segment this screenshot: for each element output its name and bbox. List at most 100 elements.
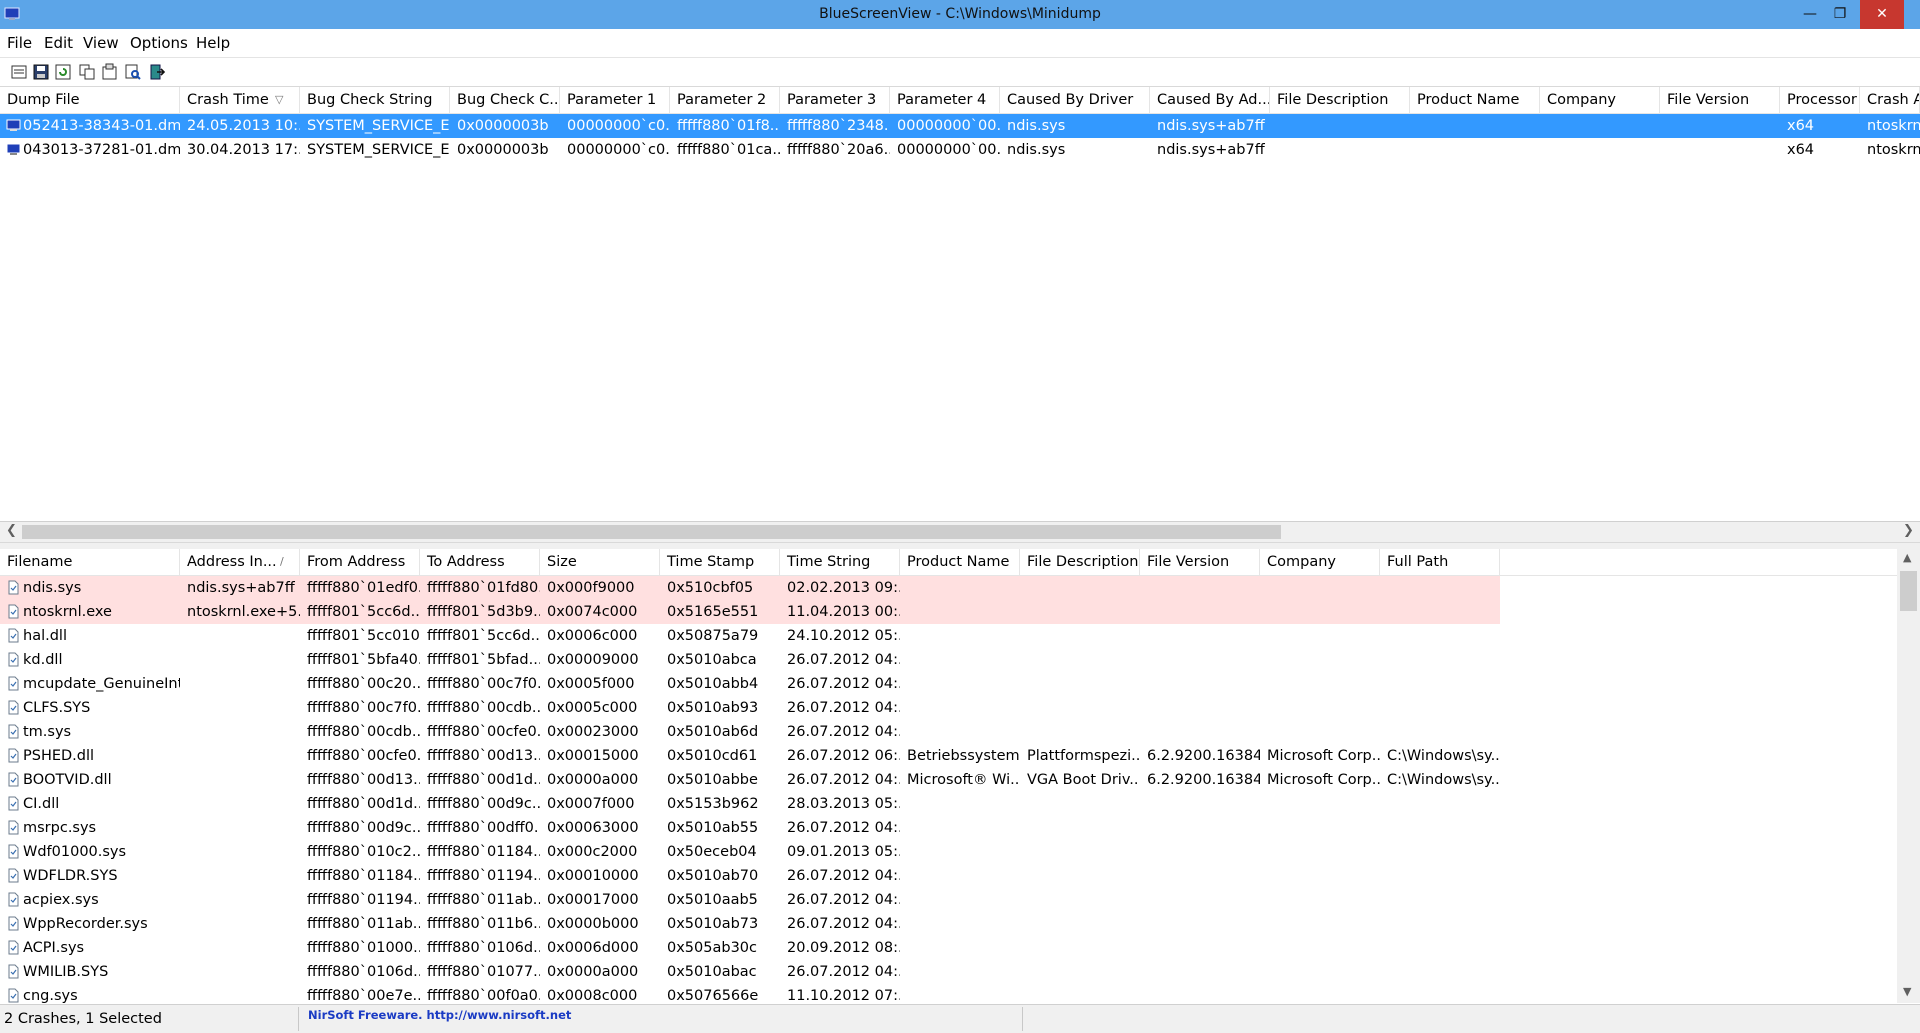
crash-list[interactable]: Dump File Crash Time ▽ Bug Check String … [0, 87, 1920, 522]
menu-view[interactable]: View [83, 34, 119, 52]
col-filename[interactable]: Filename [0, 549, 180, 575]
scroll-left-icon[interactable]: ❮ [6, 523, 17, 538]
col-parameter-1[interactable]: Parameter 1 [560, 87, 670, 113]
driver-row[interactable]: msrpc.sys fffff880`00d9c... fffff880`00dff… [0, 816, 1920, 840]
col-file-description[interactable]: File Description [1020, 549, 1140, 575]
driver-row[interactable]: kd.dll fffff801`5bfa40... fffff801`5bfad..… [0, 648, 1920, 672]
exit-icon[interactable] [148, 63, 166, 81]
driver-list[interactable]: Filename Address In... / From Address To… [0, 549, 1920, 1003]
find-icon[interactable] [124, 63, 142, 81]
cell-file-description [1020, 576, 1140, 600]
driver-row[interactable]: ACPI.sys fffff880`01000... fffff880`0106d.… [0, 936, 1920, 960]
cell-filename: tm.sys [23, 724, 72, 740]
cell-address-in-stack [180, 840, 300, 864]
save-icon[interactable] [32, 63, 50, 81]
html-report-icon[interactable] [10, 63, 28, 81]
cell-time-string: 26.07.2012 04:... [787, 676, 900, 692]
col-full-path[interactable]: Full Path [1380, 549, 1500, 575]
driver-row[interactable]: acpiex.sys fffff880`01194... fffff880`011a… [0, 888, 1920, 912]
col-file-version[interactable]: File Version [1660, 87, 1780, 113]
col-caused-by-driver[interactable]: Caused By Driver [1000, 87, 1150, 113]
menu-help[interactable]: Help [196, 34, 230, 52]
cell-time-stamp: 0x510cbf05 [667, 580, 754, 596]
driver-row[interactable]: WppRecorder.sys fffff880`011ab... fffff880… [0, 912, 1920, 936]
col-file-version[interactable]: File Version [1140, 549, 1260, 575]
col-crash-address[interactable]: Crash Ad [1860, 87, 1920, 113]
menu-edit[interactable]: Edit [44, 34, 73, 52]
scroll-right-icon[interactable]: ❯ [1903, 523, 1914, 538]
col-to-address[interactable]: To Address [420, 549, 540, 575]
driver-row[interactable]: tm.sys fffff880`00cdb... fffff880`00cfe0..… [0, 720, 1920, 744]
col-caused-by-address[interactable]: Caused By Ad... [1150, 87, 1270, 113]
cell-dump-file: 043013-37281-01.dmp [23, 142, 180, 158]
col-parameter-3[interactable]: Parameter 3 [780, 87, 890, 113]
driver-row[interactable]: hal.dll fffff801`5cc010... fffff801`5cc6d.… [0, 624, 1920, 648]
pane-splitter[interactable] [0, 542, 1920, 549]
cell-product-name [900, 936, 1020, 960]
close-button[interactable]: ✕ [1860, 0, 1904, 29]
driver-row[interactable]: WDFLDR.SYS fffff880`01184... fffff880`0119… [0, 864, 1920, 888]
col-company[interactable]: Company [1540, 87, 1660, 113]
menu-file[interactable]: File [7, 34, 32, 52]
cell-size: 0x0000a000 [547, 964, 639, 980]
refresh-icon[interactable] [54, 63, 72, 81]
col-time-string[interactable]: Time String [780, 549, 900, 575]
col-bug-check-string[interactable]: Bug Check String [300, 87, 450, 113]
cell-size: 0x0006d000 [547, 940, 639, 956]
driver-row[interactable]: PSHED.dll fffff880`00cfe0... fffff880`00d1… [0, 744, 1920, 768]
col-from-address[interactable]: From Address [300, 549, 420, 575]
cell-from-address: fffff801`5cc6d... [307, 604, 420, 620]
cell-file-version [1140, 648, 1260, 672]
properties-icon[interactable] [100, 63, 118, 81]
col-company[interactable]: Company [1260, 549, 1380, 575]
cell-file-description [1020, 840, 1140, 864]
driver-row[interactable]: BOOTVID.dll fffff880`00d13... fffff880`00d… [0, 768, 1920, 792]
copy-icon[interactable] [78, 63, 96, 81]
cell-company [1260, 912, 1380, 936]
maximize-button[interactable]: ❐ [1818, 0, 1862, 29]
crash-row[interactable]: 052413-38343-01.dmp 24.05.2013 10:... SY… [0, 114, 1920, 138]
driver-row[interactable]: CI.dll fffff880`00d1d... fffff880`00d9c...… [0, 792, 1920, 816]
driver-row[interactable]: WMILIB.SYS fffff880`0106d... fffff880`0107… [0, 960, 1920, 984]
col-address-in-stack[interactable]: Address In... / [180, 549, 300, 575]
col-time-stamp[interactable]: Time Stamp [660, 549, 780, 575]
col-parameter-4[interactable]: Parameter 4 [890, 87, 1000, 113]
driver-row[interactable]: ndis.sys ndis.sys+ab7ff fffff880`01edf0...… [0, 576, 1920, 600]
col-dump-file[interactable]: Dump File [0, 87, 180, 113]
cell-size: 0x0074c000 [547, 604, 638, 620]
cell-file-description [1020, 720, 1140, 744]
driver-row[interactable]: mcupdate_GenuineInt... fffff880`00c20... f… [0, 672, 1920, 696]
cell-product-name [900, 960, 1020, 984]
cell-full-path [1380, 864, 1500, 888]
scroll-up-icon[interactable]: ▲ [1903, 551, 1911, 564]
cell-address-in-stack [180, 960, 300, 984]
driver-row[interactable]: Wdf01000.sys fffff880`010c2... fffff880`01… [0, 840, 1920, 864]
cell-address-in-stack [180, 912, 300, 936]
cell-file-description: Plattformspezi... [1027, 748, 1140, 764]
col-bug-check-code[interactable]: Bug Check C... [450, 87, 560, 113]
cell-address-in-stack [180, 624, 300, 648]
cell-processor: x64 [1787, 118, 1815, 134]
vertical-scrollbar[interactable]: ▲ ▼ [1897, 549, 1920, 1003]
vertical-scroll-thumb[interactable] [1900, 571, 1917, 611]
horizontal-scroll-thumb[interactable] [22, 525, 1281, 539]
col-parameter-2[interactable]: Parameter 2 [670, 87, 780, 113]
cell-address-in-stack [180, 792, 300, 816]
col-product-name[interactable]: Product Name [1410, 87, 1540, 113]
cell-address-in-stack [180, 768, 300, 792]
col-crash-time[interactable]: Crash Time ▽ [180, 87, 300, 113]
col-processor[interactable]: Processor [1780, 87, 1860, 113]
crash-row[interactable]: 043013-37281-01.dmp 30.04.2013 17:... SY… [0, 138, 1920, 162]
horizontal-scrollbar[interactable]: ❮ ❯ [0, 522, 1920, 542]
col-file-description[interactable]: File Description [1270, 87, 1410, 113]
driver-row[interactable]: ntoskrnl.exe ntoskrnl.exe+5... fffff801`5c… [0, 600, 1920, 624]
col-product-name[interactable]: Product Name [900, 549, 1020, 575]
driver-row[interactable]: cng.sys fffff880`00e7e... fffff880`00f0a0.… [0, 984, 1920, 1003]
col-size[interactable]: Size [540, 549, 660, 575]
driver-row[interactable]: CLFS.SYS fffff880`00c7f0... fffff880`00cdb… [0, 696, 1920, 720]
menu-options[interactable]: Options [130, 34, 188, 52]
cell-to-address: fffff880`01184... [427, 844, 540, 860]
nirsoft-link[interactable]: NirSoft Freeware. http://www.nirsoft.net [308, 1008, 571, 1022]
scroll-down-icon[interactable]: ▼ [1903, 985, 1911, 998]
status-summary: 2 Crashes, 1 Selected [4, 1011, 162, 1027]
